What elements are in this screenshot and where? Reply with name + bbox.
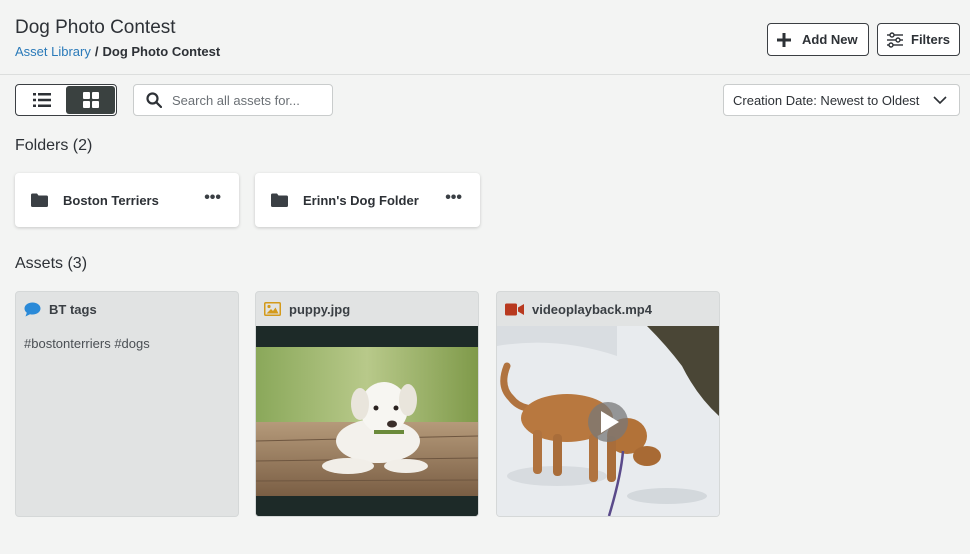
- chevron-down-icon: [933, 96, 947, 105]
- note-text: #bostonterriers #dogs: [24, 336, 150, 351]
- breadcrumb-asset-library-link[interactable]: Asset Library: [15, 44, 91, 59]
- asset-header: puppy.jpg: [256, 292, 478, 326]
- filters-button[interactable]: Filters: [877, 23, 960, 56]
- add-new-label: Add New: [802, 32, 858, 47]
- breadcrumb-current: Dog Photo Contest: [102, 44, 221, 59]
- list-view-button[interactable]: [17, 86, 66, 114]
- puppy-photo: [256, 326, 478, 516]
- plus-icon: [777, 32, 791, 47]
- search-input[interactable]: [172, 92, 322, 108]
- search-box: [133, 84, 333, 116]
- sort-label: Creation Date: Newest to Oldest: [733, 92, 920, 108]
- view-toggle: [15, 84, 117, 116]
- more-options-icon[interactable]: •••: [445, 189, 462, 207]
- folder-icon: [271, 193, 288, 207]
- grid-view-button[interactable]: [66, 86, 115, 114]
- page-header: Dog Photo Contest Asset Library / Dog Phot…: [0, 0, 970, 75]
- dog-in-snow-video-frame: [497, 326, 719, 516]
- asset-card-video[interactable]: videoplayback.mp4: [496, 291, 720, 517]
- asset-name: videoplayback.mp4: [532, 301, 652, 317]
- folder-card[interactable]: Erinn's Dog Folder •••: [255, 173, 480, 227]
- add-new-button[interactable]: Add New: [767, 23, 869, 56]
- asset-header: BT tags: [16, 292, 238, 326]
- folder-name: Boston Terriers: [63, 192, 159, 208]
- asset-name: puppy.jpg: [289, 301, 351, 317]
- asset-card-note[interactable]: BT tags #bostonterriers #dogs: [15, 291, 239, 517]
- folder-card[interactable]: Boston Terriers •••: [15, 173, 239, 227]
- video-camera-icon: [505, 303, 524, 315]
- folder-icon: [31, 193, 48, 207]
- list-icon: [32, 93, 51, 107]
- sliders-icon: [887, 31, 903, 48]
- speech-bubble-icon: [24, 302, 41, 316]
- filters-label: Filters: [911, 32, 951, 47]
- video-thumbnail: [497, 326, 719, 516]
- folder-name: Erinn's Dog Folder: [303, 192, 419, 208]
- breadcrumb-separator: /: [94, 44, 99, 59]
- image-thumbnail: [256, 326, 478, 516]
- asset-name: BT tags: [49, 301, 97, 317]
- page-title: Dog Photo Contest: [15, 17, 176, 38]
- grid-icon: [82, 92, 99, 108]
- asset-card-image[interactable]: puppy.jpg: [255, 291, 479, 517]
- search-icon: [146, 92, 162, 108]
- folders-section-title: Folders (2): [15, 137, 93, 154]
- more-options-icon[interactable]: •••: [204, 189, 221, 207]
- sort-select[interactable]: Creation Date: Newest to Oldest: [723, 84, 960, 116]
- asset-header: videoplayback.mp4: [497, 292, 719, 326]
- breadcrumb: Asset Library / Dog Photo Contest: [15, 44, 220, 59]
- assets-section-title: Assets (3): [15, 255, 88, 272]
- image-icon: [264, 302, 281, 316]
